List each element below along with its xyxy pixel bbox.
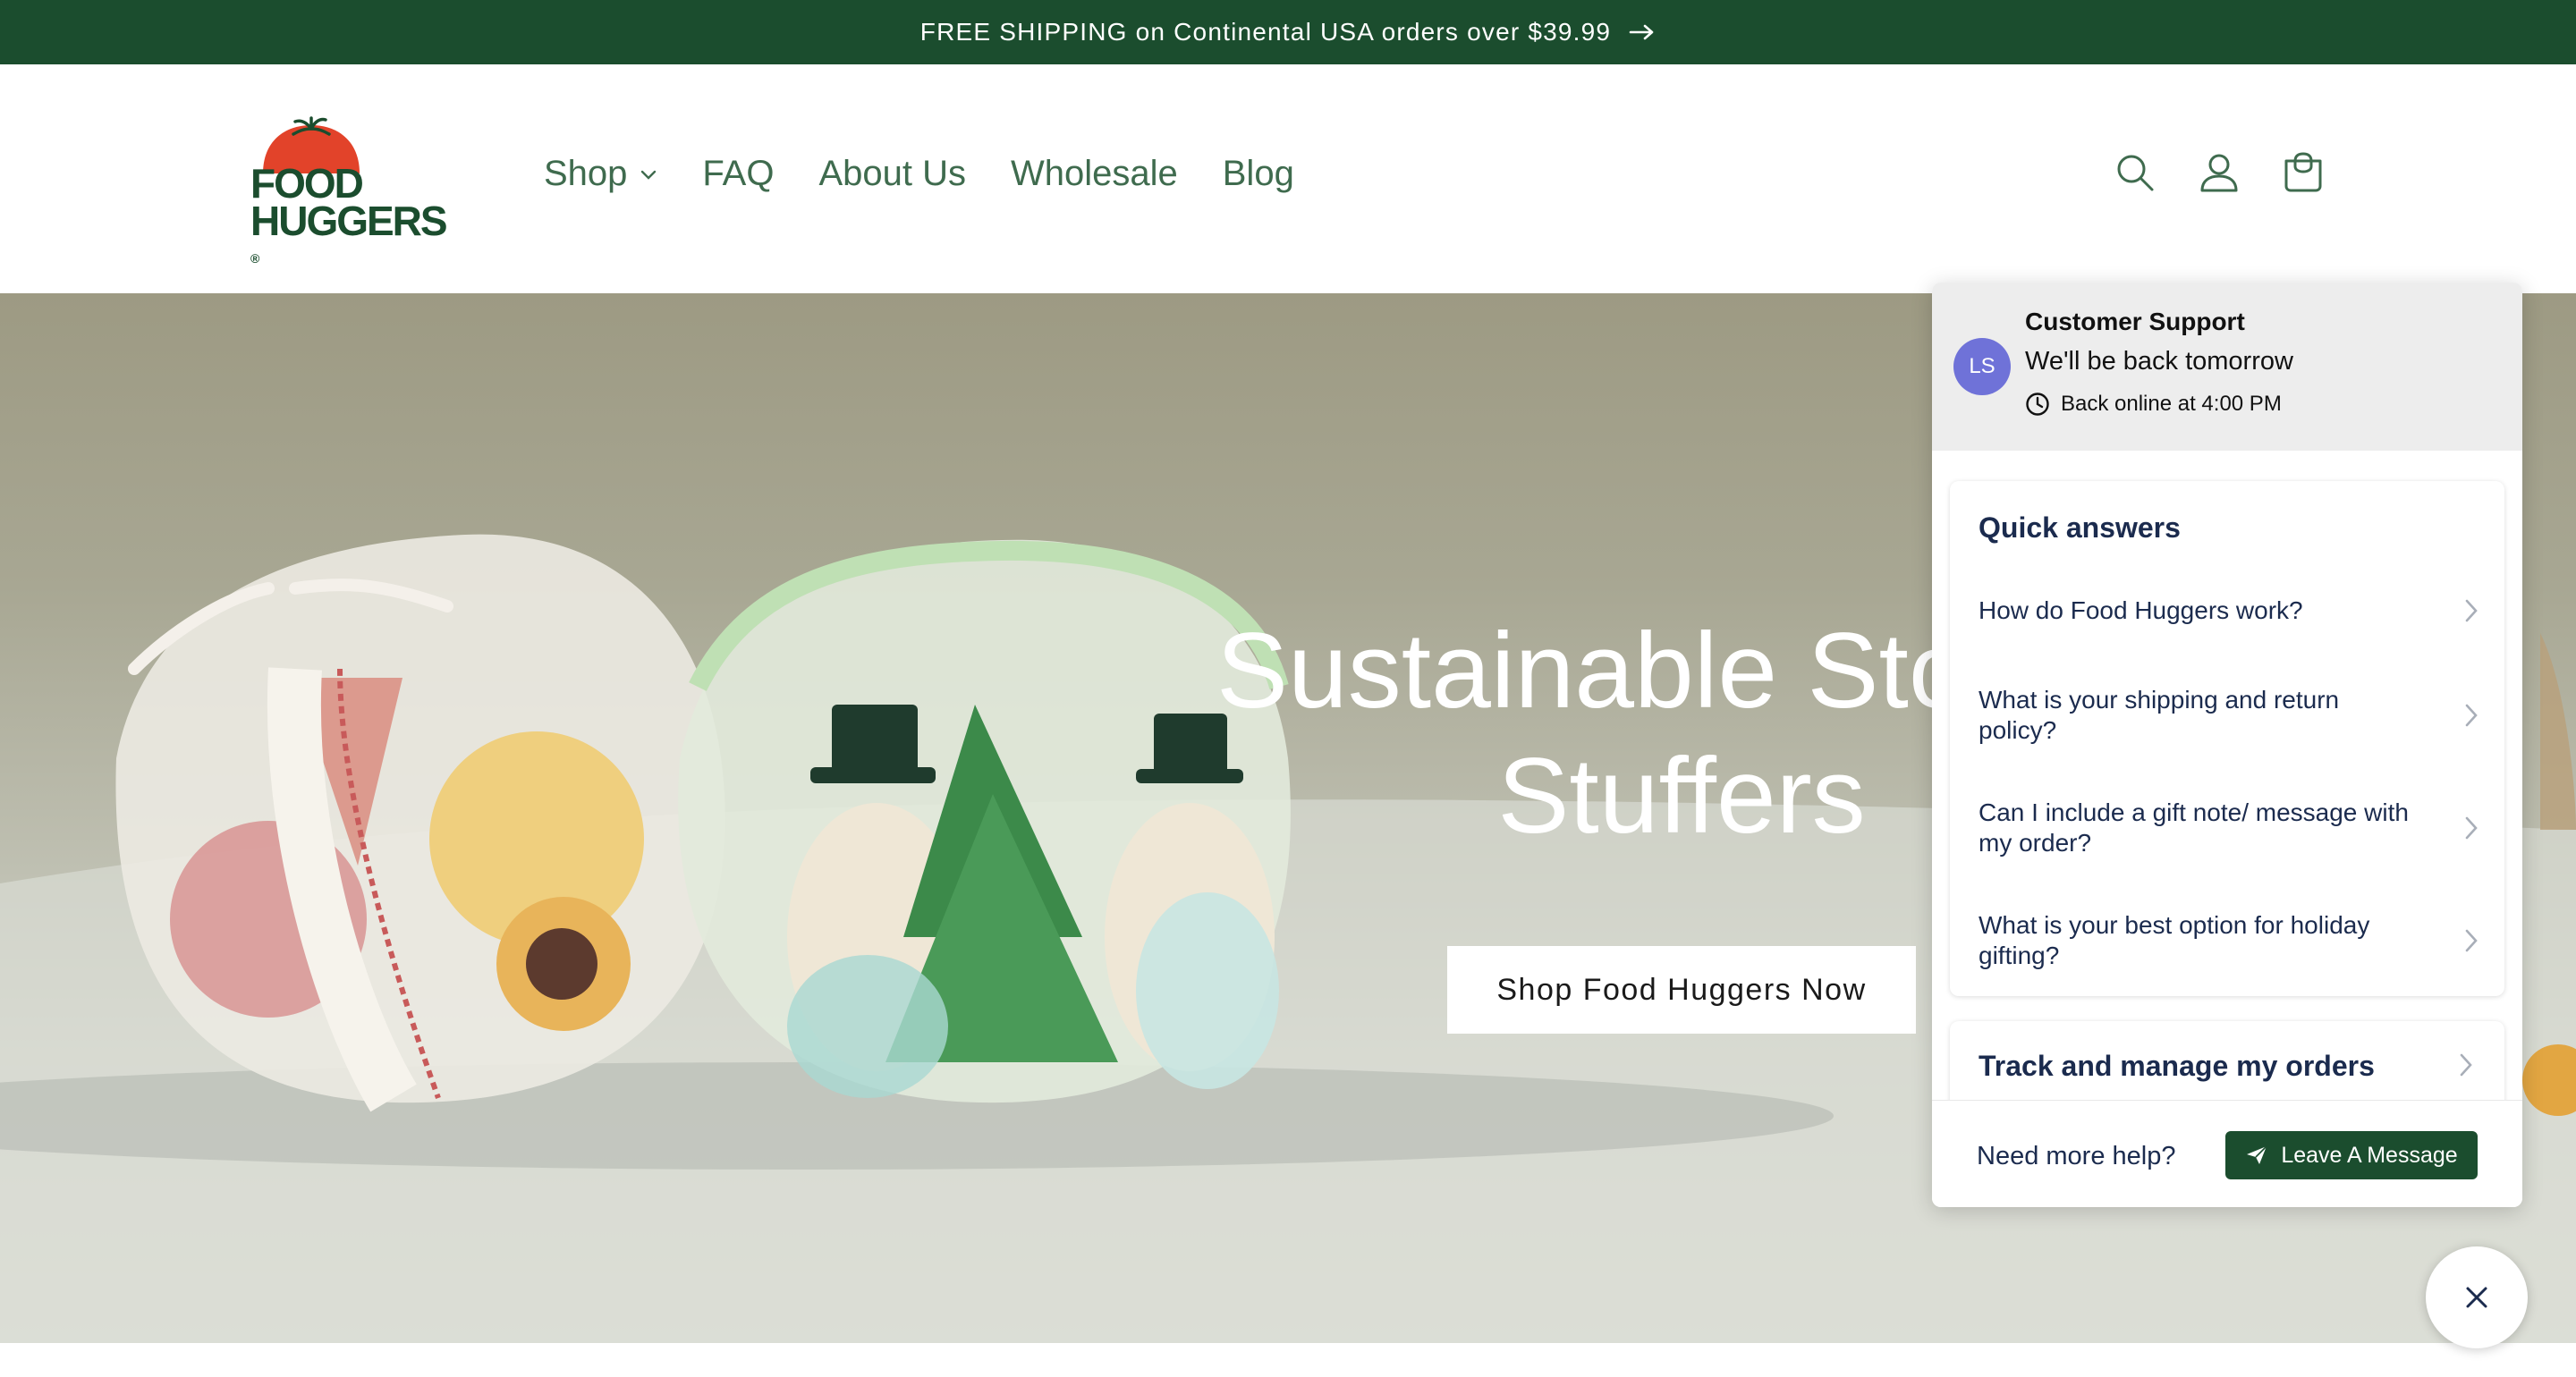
agent-avatar: LS (1953, 338, 2011, 395)
close-icon (2466, 1287, 2487, 1308)
quick-answer-text: What is your shipping and return policy? (1979, 686, 2340, 744)
nav-faq[interactable]: FAQ (702, 154, 774, 194)
quick-answer-item[interactable]: What is your shipping and return policy? (1979, 685, 2479, 746)
account-icon[interactable] (2199, 152, 2240, 193)
arrow-right-icon (1629, 24, 1654, 40)
quick-answer-text: What is your best option for holiday gif… (1979, 911, 2370, 969)
logo-wordmark: FOOD HUGGERS ® (250, 160, 448, 277)
chevron-down-icon (641, 170, 657, 180)
quick-answer-text: How do Food Huggers work? (1979, 596, 2303, 624)
chevron-right-icon (2465, 599, 2478, 622)
cart-icon[interactable] (2283, 152, 2324, 193)
nav-blog[interactable]: Blog (1223, 154, 1294, 194)
track-orders-label: Track and manage my orders (1979, 1050, 2375, 1082)
logo-line-huggers-text: HUGGERS (250, 198, 448, 244)
nav-about-us[interactable]: About Us (818, 154, 966, 194)
main-nav: Shop FAQ About Us Wholesale Blog (544, 154, 1294, 194)
site-header: FOOD HUGGERS ® Shop FAQ About Us Wholesal… (0, 64, 2576, 293)
chat-footer: Need more help? Leave A Message (1932, 1100, 2522, 1207)
leave-message-label: Leave A Message (2281, 1142, 2458, 1168)
quick-answer-text: Can I include a gift note/ message with … (1979, 798, 2409, 857)
announcement-text[interactable]: FREE SHIPPING on Continental USA orders … (920, 18, 1611, 46)
agent-status: We'll be back tomorrow (2025, 347, 2293, 376)
shop-now-button[interactable]: Shop Food Huggers Now (1447, 946, 1916, 1034)
quick-answer-item[interactable]: What is your best option for holiday gif… (1979, 910, 2479, 971)
close-chat-button[interactable] (2426, 1246, 2528, 1348)
logo-line-food: FOOD (250, 160, 364, 207)
quick-answer-item[interactable]: Can I include a gift note/ message with … (1979, 798, 2479, 858)
announcement-bar[interactable]: FREE SHIPPING on Continental USA orders … (0, 0, 2576, 64)
quick-answers-card: Quick answers How do Food Huggers work? … (1950, 481, 2504, 996)
online-time: Back online at 4:00 PM (2025, 392, 2282, 417)
leave-message-button[interactable]: Leave A Message (2225, 1131, 2478, 1179)
header-actions (2114, 152, 2324, 193)
quick-answers-title: Quick answers (1979, 511, 2181, 544)
chevron-right-icon (2465, 929, 2478, 952)
chevron-right-icon (2465, 816, 2478, 840)
chat-header: LS Customer Support We'll be back tomorr… (1932, 283, 2522, 451)
logo-line-huggers: HUGGERS ® (250, 200, 448, 277)
clock-icon (2026, 393, 2049, 416)
search-icon[interactable] (2114, 152, 2156, 193)
support-chat-panel: LS Customer Support We'll be back tomorr… (1932, 283, 2522, 1207)
agent-name: Customer Support (2025, 308, 2245, 335)
quick-answer-item[interactable]: How do Food Huggers work? (1979, 596, 2479, 626)
nav-wholesale[interactable]: Wholesale (1011, 154, 1178, 194)
page-body-start (0, 1343, 2576, 1377)
chevron-right-icon (2465, 704, 2478, 727)
nav-shop-label: Shop (544, 154, 628, 193)
chevron-right-icon (2460, 1053, 2472, 1077)
food-huggers-logo[interactable]: FOOD HUGGERS ® (250, 114, 474, 266)
nav-shop[interactable]: Shop (544, 154, 657, 194)
send-icon (2247, 1145, 2267, 1164)
need-help-text: Need more help? (1977, 1142, 2176, 1170)
online-time-text: Back online at 4:00 PM (2061, 392, 2282, 416)
registered-mark: ® (250, 251, 260, 266)
